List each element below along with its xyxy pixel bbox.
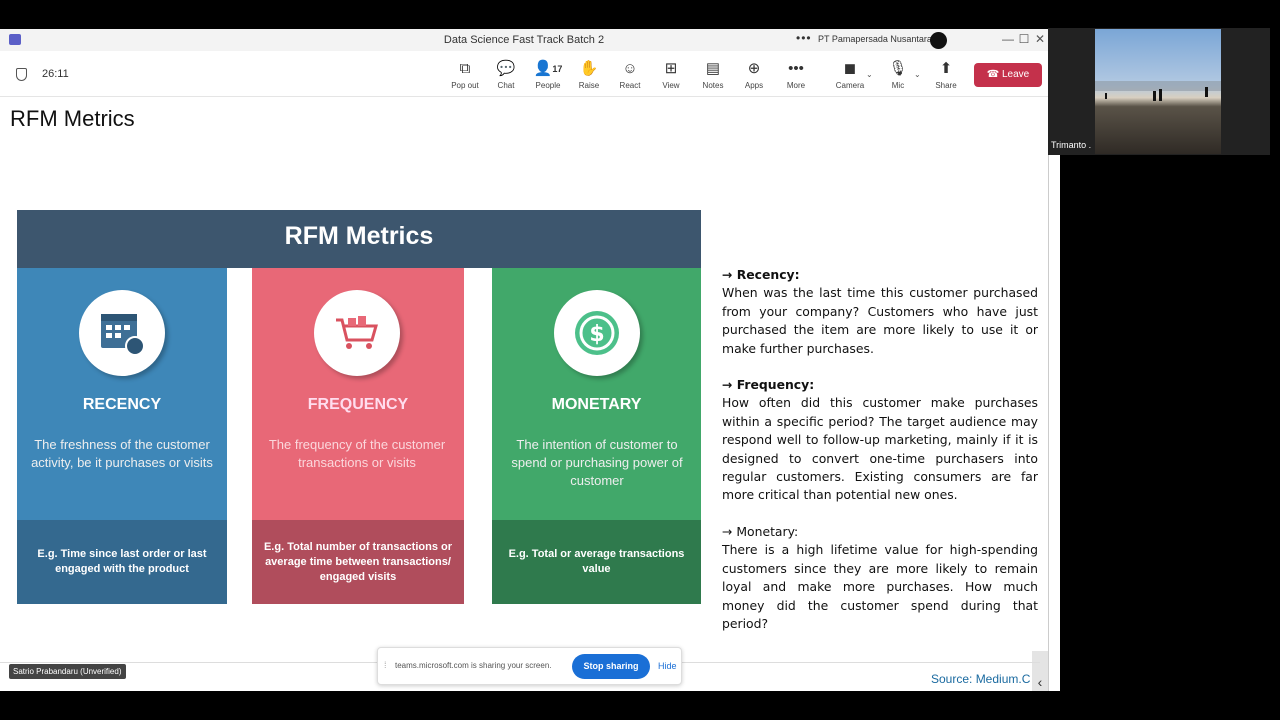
- title-bar: Data Science Fast Track Batch 2 ••• PT P…: [0, 29, 1048, 51]
- frequency-column: FREQUENCY The frequency of the customer …: [252, 268, 464, 604]
- account-avatar[interactable]: [930, 32, 947, 49]
- mic-options-chevron-icon[interactable]: ⌄: [914, 70, 921, 79]
- people-count: 17: [552, 64, 563, 74]
- chevron-left-icon[interactable]: ‹: [1032, 651, 1048, 691]
- participant-name: Trimanto .: [1051, 140, 1092, 150]
- raise-hand-button[interactable]: ✋ Raise: [569, 59, 609, 90]
- camera-options-chevron-icon[interactable]: ⌄: [866, 70, 873, 79]
- view-icon: ⊞: [664, 60, 678, 77]
- recency-description: The freshness of the customer activity, …: [31, 437, 213, 470]
- meeting-timer: 26:11: [42, 68, 69, 80]
- popout-label: Pop out: [451, 81, 479, 90]
- monetary-note-heading: → Monetary:: [722, 523, 799, 539]
- frequency-description: The frequency of the customer transactio…: [268, 437, 446, 470]
- raise-label: Raise: [578, 81, 600, 90]
- presenter-name-tag: Satrio Prabandaru (Unverified): [9, 664, 126, 679]
- frequency-note-body: How often did this customer make purchas…: [722, 395, 1038, 503]
- apps-label: Apps: [744, 81, 764, 90]
- recency-example: E.g. Time since last order or last engag…: [17, 520, 227, 604]
- participant-video: [1095, 29, 1221, 154]
- more-options-icon[interactable]: •••: [796, 31, 812, 45]
- apps-icon: ⊕: [747, 60, 761, 77]
- apps-button[interactable]: ⊕ Apps: [734, 59, 774, 90]
- frequency-note-heading: → Frequency:: [722, 377, 815, 393]
- more-button[interactable]: ••• More: [776, 59, 816, 90]
- people-label: People: [535, 81, 561, 90]
- share-icon: ⬆: [939, 60, 953, 77]
- frequency-example: E.g. Total number of transactions or ave…: [252, 520, 464, 604]
- recency-note-heading: → Recency:: [722, 267, 800, 282]
- raise-hand-icon: ✋: [579, 60, 599, 77]
- notes-icon: ▤: [705, 60, 721, 77]
- notes-button[interactable]: ▤ Notes: [693, 59, 733, 90]
- people-button[interactable]: 👤17 People: [528, 59, 568, 90]
- mic-label: Mic: [891, 81, 905, 90]
- scrollbar[interactable]: [1048, 154, 1060, 691]
- monetary-note-body: There is a high lifetime value for high-…: [722, 542, 1038, 631]
- monetary-note: → Monetary: There is a high lifetime val…: [722, 523, 1038, 633]
- monetary-description: The intention of customer to spend or pu…: [511, 437, 683, 488]
- leave-label: Leave: [1002, 69, 1030, 80]
- recency-column: RECENCY The freshness of the customer ac…: [17, 268, 227, 604]
- recency-note: → Recency: When was the last time this c…: [722, 266, 1038, 358]
- react-label: React: [619, 81, 641, 90]
- drag-handle-icon[interactable]: ⁞: [384, 660, 387, 670]
- chat-button[interactable]: 💬 Chat: [486, 59, 526, 90]
- shared-slide: RFM Metrics RFM Metrics RECENCY The fres…: [0, 98, 1048, 691]
- recency-title: RECENCY: [82, 396, 162, 413]
- participant-video-tile[interactable]: Trimanto .: [1048, 28, 1270, 155]
- monetary-top: $ MONETARY The intention of customer to …: [492, 268, 701, 520]
- screen-sharing-bar: ⁞ teams.microsoft.com is sharing your sc…: [377, 647, 682, 685]
- chat-label: Chat: [497, 81, 515, 90]
- react-button[interactable]: ☺ React: [610, 59, 650, 90]
- frequency-top: FREQUENCY The frequency of the customer …: [252, 268, 464, 520]
- phone-hangup-icon: ☎: [986, 69, 1000, 80]
- meeting-toolbar: 26:11 ⧉ Pop out 💬 Chat 👤17 People ✋ Rais…: [0, 51, 1048, 97]
- leave-button[interactable]: ☎ Leave: [974, 63, 1042, 87]
- mic-button[interactable]: 🎙 Mic: [878, 59, 918, 90]
- dollar-coin-icon: $: [554, 290, 640, 376]
- screen: Data Science Fast Track Batch 2 ••• PT P…: [0, 0, 1280, 720]
- chat-icon: 💬: [496, 60, 516, 77]
- camera-label: Camera: [835, 81, 865, 90]
- notes-label: Notes: [702, 81, 724, 90]
- close-icon[interactable]: ✕: [1030, 32, 1048, 46]
- monetary-title: MONETARY: [551, 396, 642, 413]
- share-button[interactable]: ⬆ Share: [926, 59, 966, 90]
- infographic-header: RFM Metrics: [17, 210, 701, 268]
- people-icon: 👤: [533, 60, 553, 77]
- hide-link[interactable]: Hide: [658, 661, 677, 671]
- more-icon: •••: [788, 60, 804, 77]
- view-button[interactable]: ⊞ View: [651, 59, 691, 90]
- shopping-cart-icon: [314, 290, 400, 376]
- slide-title: RFM Metrics: [10, 106, 135, 131]
- recency-top: RECENCY The freshness of the customer ac…: [17, 268, 227, 520]
- shield-icon: [16, 68, 27, 81]
- more-label: More: [786, 81, 806, 90]
- popout-button[interactable]: ⧉ Pop out: [445, 59, 485, 90]
- organization-name[interactable]: PT Pamapersada Nusantara: [818, 34, 932, 44]
- recency-note-body: When was the last time this customer pur…: [722, 285, 1038, 356]
- rfm-notes: → Recency: When was the last time this c…: [722, 266, 1038, 651]
- mic-off-icon: 🎙: [888, 60, 908, 77]
- view-label: View: [662, 81, 680, 90]
- camera-off-icon: ◼: [843, 60, 857, 77]
- people-icon-wrap: 👤17: [528, 59, 568, 79]
- stop-sharing-button[interactable]: Stop sharing: [572, 654, 650, 679]
- monetary-example: E.g. Total or average transactions value: [492, 520, 701, 604]
- share-label: Share: [935, 81, 957, 90]
- rfm-infographic: RFM Metrics RECENCY The freshness of the…: [17, 210, 701, 604]
- svg-text:$: $: [589, 322, 604, 347]
- monetary-column: $ MONETARY The intention of customer to …: [492, 268, 701, 604]
- camera-button[interactable]: ◼ Camera: [830, 59, 870, 90]
- popout-icon: ⧉: [459, 60, 471, 77]
- calendar-icon: [79, 290, 165, 376]
- teams-meeting-window: Data Science Fast Track Batch 2 ••• PT P…: [0, 29, 1048, 691]
- sharing-message: teams.microsoft.com is sharing your scre…: [395, 661, 552, 670]
- frequency-title: FREQUENCY: [307, 396, 409, 413]
- source-citation: Source: Medium.C: [931, 672, 1031, 686]
- react-icon: ☺: [622, 60, 638, 77]
- frequency-note: → Frequency: How often did this customer…: [722, 376, 1038, 505]
